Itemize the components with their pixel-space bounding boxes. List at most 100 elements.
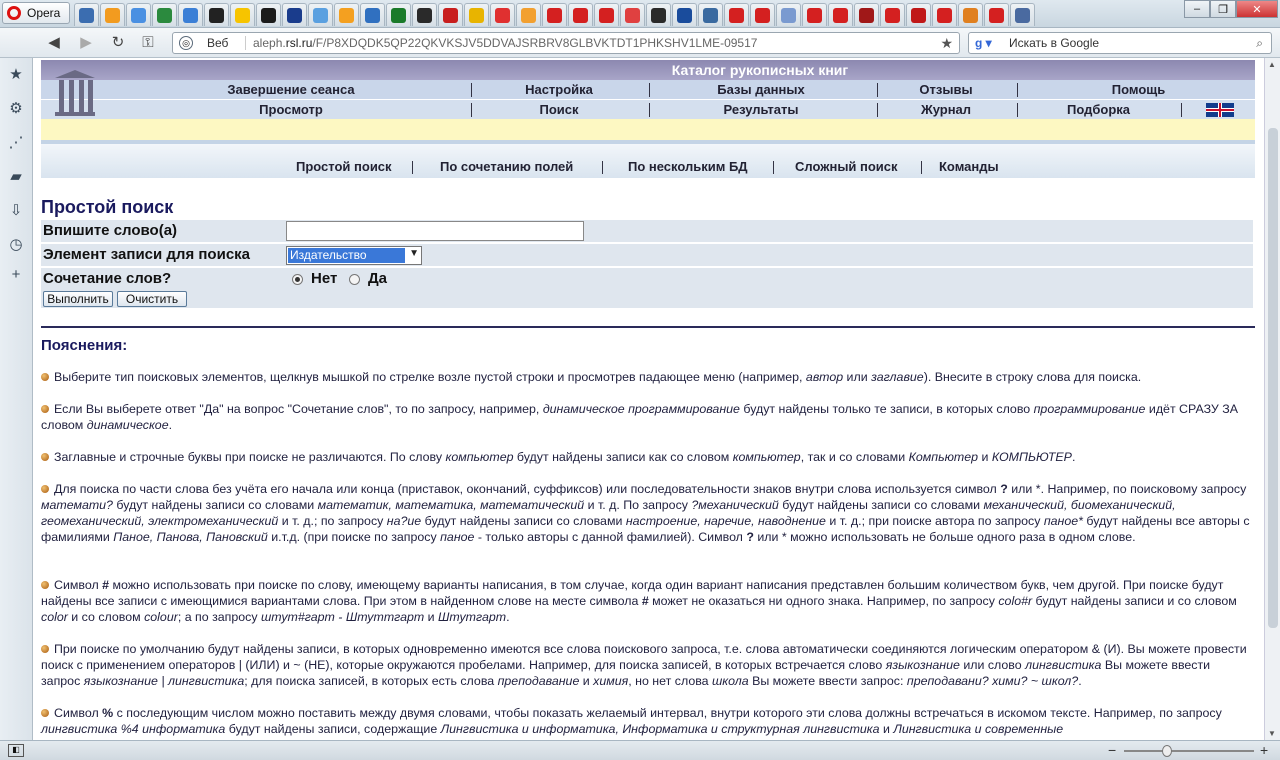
browser-tab[interactable] [1010, 3, 1035, 26]
browser-tab[interactable] [828, 3, 853, 26]
browser-tab[interactable] [256, 3, 281, 26]
explanation-paragraph: Символ # можно использовать при поиске п… [41, 578, 1237, 624]
tab-favicon-icon [937, 7, 952, 23]
browser-tab[interactable] [958, 3, 983, 26]
minimize-button[interactable]: – [1184, 0, 1210, 18]
menu-journal[interactable]: Журнал [886, 100, 1006, 119]
browser-tab[interactable] [360, 3, 385, 26]
menu-browse[interactable]: Просмотр [211, 100, 371, 119]
tab-favicon-icon [1015, 7, 1030, 23]
tab-commands[interactable]: Команды [939, 158, 999, 176]
browser-tab[interactable] [542, 3, 567, 26]
menu-settings[interactable]: Настройка [481, 80, 637, 99]
opera-menu-button[interactable]: Opera [2, 2, 70, 24]
browser-tab[interactable] [74, 3, 99, 26]
browser-tab[interactable] [932, 3, 957, 26]
browser-tab[interactable] [152, 3, 177, 26]
browser-tab[interactable] [438, 3, 463, 26]
english-flag-icon[interactable] [1206, 103, 1234, 117]
download-icon[interactable]: ⇩ [7, 202, 25, 220]
key-icon[interactable]: ⚿ [138, 34, 158, 52]
browser-tab[interactable] [594, 3, 619, 26]
browser-tab[interactable] [984, 3, 1009, 26]
browser-tab[interactable] [464, 3, 489, 26]
browser-tab[interactable] [724, 3, 749, 26]
tab-simple-search[interactable]: Простой поиск [296, 158, 392, 176]
menu-logout[interactable]: Завершение сеанса [211, 80, 371, 99]
browser-tab[interactable] [646, 3, 671, 26]
back-icon[interactable]: ◀ [44, 34, 64, 52]
tab-field-combination[interactable]: По сочетанию полей [440, 158, 573, 176]
browser-tab[interactable] [386, 3, 411, 26]
forward-icon[interactable]: ▶ [76, 34, 96, 52]
browser-tab[interactable] [178, 3, 203, 26]
scroll-down-icon[interactable]: ▼ [1268, 729, 1276, 738]
menu-help[interactable]: Помощь [1026, 80, 1251, 99]
browser-tab[interactable] [490, 3, 515, 26]
scroll-up-icon[interactable]: ▲ [1268, 60, 1276, 69]
notes-icon[interactable]: ▰ [7, 168, 25, 186]
menu-search[interactable]: Поиск [481, 100, 637, 119]
tab-favicon-icon [859, 7, 874, 23]
browser-tab[interactable] [880, 3, 905, 26]
close-window-button[interactable]: ✕ [1236, 0, 1278, 18]
bookmarks-star-icon[interactable]: ★ [7, 66, 25, 84]
page-title: Простой поиск [41, 197, 174, 217]
panel-toggle-icon[interactable]: ◧ [8, 744, 24, 757]
search-field-select[interactable]: Издательство ▼ [286, 246, 422, 265]
history-clock-icon[interactable]: ◷ [7, 236, 25, 254]
tab-favicon-icon [235, 7, 250, 23]
vertical-scrollbar[interactable]: ▲ ▼ [1264, 58, 1280, 740]
menu-results[interactable]: Результаты [656, 100, 866, 119]
add-panel-icon[interactable]: + [7, 266, 25, 284]
menu-selection[interactable]: Подборка [1026, 100, 1171, 119]
browser-tab[interactable] [282, 3, 307, 26]
submit-button[interactable]: Выполнить [43, 291, 113, 307]
search-words-input[interactable] [286, 221, 584, 241]
radio-no[interactable] [292, 274, 303, 285]
zoom-slider[interactable] [1124, 750, 1254, 752]
tab-advanced-search[interactable]: Сложный поиск [795, 158, 898, 176]
search-icon[interactable]: ⌕ [1256, 33, 1263, 53]
browser-tab[interactable] [412, 3, 437, 26]
scroll-thumb[interactable] [1268, 128, 1278, 628]
browser-tab[interactable] [802, 3, 827, 26]
share-icon[interactable]: ⋰ [7, 134, 25, 152]
zoom-slider-knob[interactable] [1162, 745, 1172, 757]
zoom-out-icon[interactable]: − [1108, 742, 1116, 758]
gear-icon[interactable]: ⚙ [7, 100, 25, 118]
explanation-paragraph: Заглавные и строчные буквы при поиске не… [41, 449, 1251, 465]
browser-tab[interactable] [672, 3, 697, 26]
browser-tab[interactable] [100, 3, 125, 26]
browser-tab[interactable] [750, 3, 775, 26]
bookmark-star-icon[interactable]: ★ [940, 33, 953, 53]
browser-tab[interactable] [204, 3, 229, 26]
menu-databases[interactable]: Базы данных [656, 80, 866, 99]
browser-tab[interactable] [568, 3, 593, 26]
browser-tab[interactable] [230, 3, 255, 26]
navigation-bar: ◀ ▶ ↻ ⚿ ◎ Веб aleph.rsl.ru/F/P8XDQDK5QP2… [0, 28, 1280, 58]
browser-tab[interactable] [126, 3, 151, 26]
radio-yes[interactable] [349, 274, 360, 285]
tab-multi-db[interactable]: По нескольким БД [628, 158, 748, 176]
clear-button[interactable]: Очистить [117, 291, 187, 307]
adjacency-label: Сочетание слов? [43, 270, 172, 287]
explanation-paragraph: Для поиска по части слова без учёта его … [41, 482, 1250, 544]
browser-tab[interactable] [906, 3, 931, 26]
dropdown-arrow-icon[interactable]: ▼ [409, 248, 419, 259]
reload-icon[interactable]: ↻ [108, 34, 128, 52]
browser-tab[interactable] [620, 3, 645, 26]
browser-tab[interactable] [516, 3, 541, 26]
maximize-button[interactable]: ❐ [1210, 0, 1236, 18]
search-field[interactable]: g ▾ Искать в Google ⌕ [968, 32, 1272, 54]
browser-tab[interactable] [308, 3, 333, 26]
browser-tab[interactable] [698, 3, 723, 26]
address-field[interactable]: ◎ Веб aleph.rsl.ru/F/P8XDQDK5QP22QKVKSJV… [172, 32, 960, 54]
search-type-nav: Простой поиск По сочетанию полей По неск… [41, 144, 1255, 178]
zoom-in-icon[interactable]: + [1260, 742, 1268, 758]
address-url: aleph.rsl.ru/F/P8XDQDK5QP22QKVKSJV5DDVAJ… [253, 36, 758, 50]
browser-tab[interactable] [854, 3, 879, 26]
menu-feedback[interactable]: Отзывы [886, 80, 1006, 99]
browser-tab[interactable] [776, 3, 801, 26]
browser-tab[interactable] [334, 3, 359, 26]
